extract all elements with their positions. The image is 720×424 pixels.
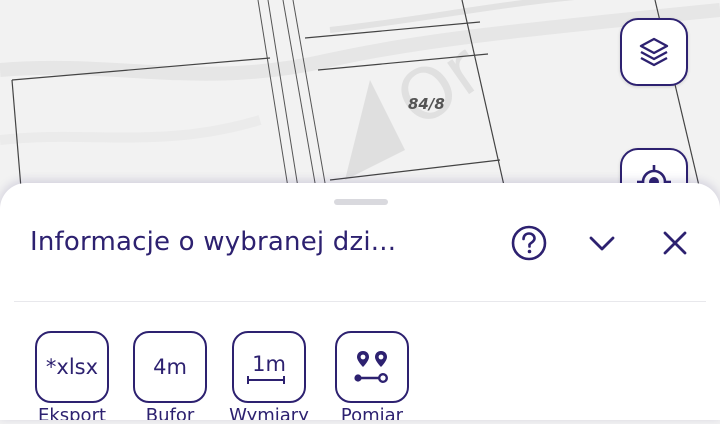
export-xlsx-button[interactable]: *xlsx bbox=[35, 331, 109, 403]
dimensions-button[interactable]: 1m bbox=[232, 331, 306, 403]
help-button[interactable] bbox=[509, 223, 549, 263]
parcel-label: 84/8 bbox=[408, 95, 445, 113]
sheet-drag-handle[interactable] bbox=[334, 199, 388, 205]
buffer-label: Bufor bbox=[145, 405, 195, 420]
chevron-down-icon bbox=[589, 236, 615, 251]
xlsx-icon: *xlsx bbox=[45, 355, 99, 379]
collapse-button[interactable] bbox=[582, 223, 622, 263]
parcel-info-sheet: Informacje o wybranej dzi... *xlsx Ekspo… bbox=[0, 183, 720, 420]
sheet-title: Informacje o wybranej dzi... bbox=[30, 227, 397, 257]
dimension-line-icon bbox=[247, 376, 286, 384]
route-pin-icon bbox=[354, 351, 389, 384]
close-button[interactable] bbox=[655, 223, 695, 263]
dimensions-label: Wymiary bbox=[229, 405, 309, 420]
buffer-button[interactable]: 4m bbox=[133, 331, 207, 403]
close-icon bbox=[663, 231, 687, 255]
measure-label: Pomiar bbox=[340, 405, 404, 420]
buffer-icon: 4m bbox=[153, 355, 187, 379]
dimensions-icon: 1m bbox=[247, 352, 286, 384]
sheet-divider bbox=[14, 301, 706, 302]
layers-icon bbox=[639, 37, 669, 67]
measure-button[interactable] bbox=[335, 331, 409, 403]
export-label: Eksport bbox=[37, 405, 107, 420]
help-circle-icon bbox=[511, 225, 547, 261]
layers-button[interactable] bbox=[620, 18, 688, 86]
